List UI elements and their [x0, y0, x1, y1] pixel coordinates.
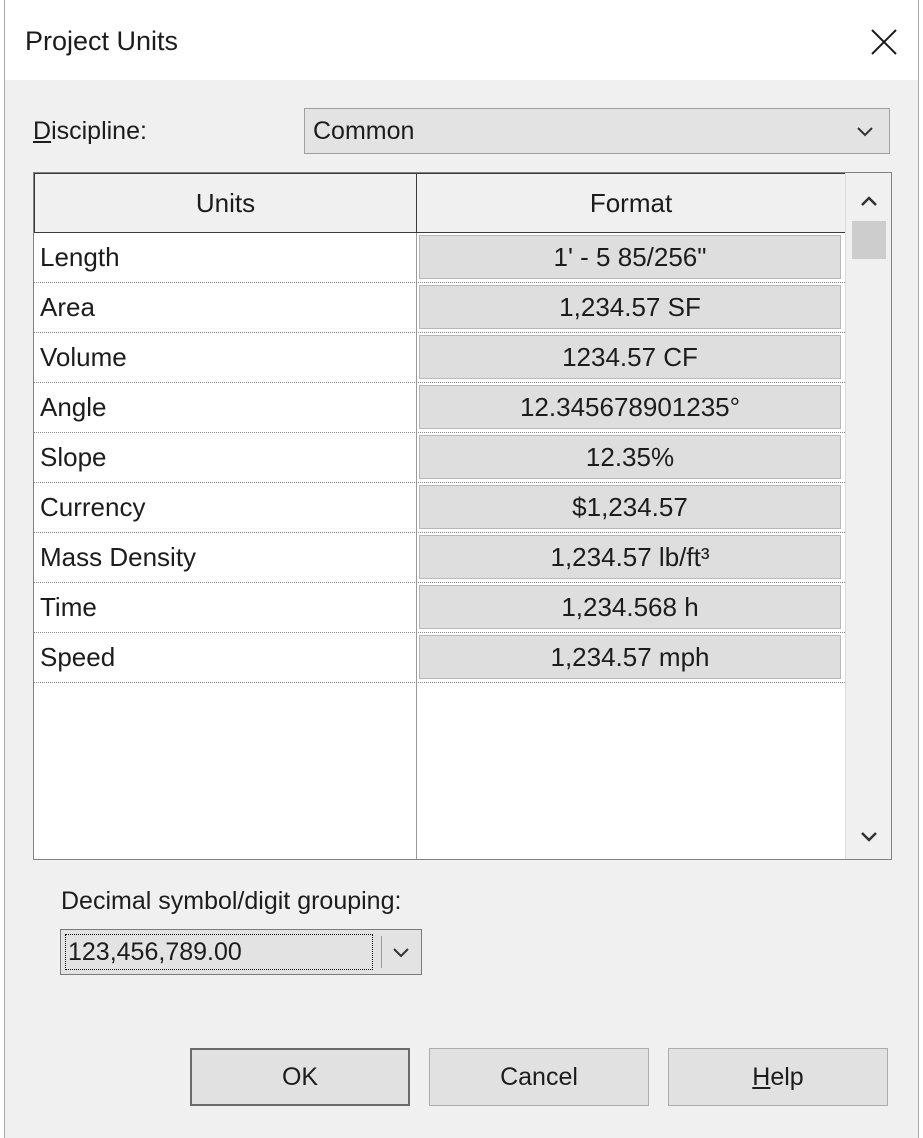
unit-name: Speed — [40, 642, 116, 672]
unit-name: Area — [40, 292, 95, 322]
unit-name: Volume — [40, 342, 127, 372]
format-button[interactable]: 1,234.57 mph — [419, 635, 841, 679]
title-bar: Project Units — [5, 0, 918, 80]
table-row[interactable]: Currency $1,234.57 — [34, 483, 845, 533]
unit-name: Slope — [40, 442, 107, 472]
chevron-down-icon — [860, 832, 877, 842]
unit-name: Mass Density — [40, 542, 197, 572]
unit-name: Angle — [40, 392, 107, 422]
units-table-body: Length 1' - 5 85/256" Area 1,234.57 SF V… — [34, 233, 845, 683]
chevron-up-icon — [860, 196, 877, 206]
discipline-label: Discipline: — [33, 117, 147, 146]
decimal-grouping-label: Decimal symbol/digit grouping: — [61, 887, 401, 916]
help-button-text: elp — [770, 1062, 804, 1091]
decimal-grouping-value: 123,456,789.00 — [65, 934, 373, 970]
table-row[interactable]: Mass Density 1,234.57 lb/ft³ — [34, 533, 845, 583]
format-button[interactable]: 12.345678901235° — [419, 385, 841, 429]
discipline-label-text: iscipline: — [51, 117, 147, 145]
chevron-down-icon — [857, 127, 873, 137]
discipline-label-accel: D — [33, 117, 52, 145]
chevron-down-icon — [393, 948, 409, 958]
project-units-dialog: Project Units Discipline: Common Units F… — [4, 0, 919, 1138]
format-button[interactable]: 1,234.57 lb/ft³ — [419, 535, 841, 579]
table-row[interactable]: Angle 12.345678901235° — [34, 383, 845, 433]
decimal-label-pre: Decimal symbol/digit — [61, 887, 298, 915]
cancel-button[interactable]: Cancel — [429, 1048, 649, 1106]
scroll-down-button[interactable] — [846, 817, 891, 857]
close-button[interactable] — [862, 20, 906, 64]
unit-name: Currency — [40, 492, 146, 522]
column-header-format[interactable]: Format — [416, 173, 846, 233]
format-button[interactable]: 1,234.568 h — [419, 585, 841, 629]
table-row[interactable]: Time 1,234.568 h — [34, 583, 845, 633]
dialog-title: Project Units — [25, 26, 179, 56]
format-button[interactable]: $1,234.57 — [419, 485, 841, 529]
decimal-grouping-select[interactable]: 123,456,789.00 — [60, 929, 422, 975]
table-row[interactable]: Length 1' - 5 85/256" — [34, 233, 845, 283]
scroll-thumb[interactable] — [852, 221, 886, 259]
scroll-up-button[interactable] — [846, 181, 891, 221]
format-button[interactable]: 1' - 5 85/256" — [419, 235, 841, 279]
units-table: Units Format Length 1' - 5 85/256" Area … — [33, 172, 892, 860]
format-button[interactable]: 1,234.57 SF — [419, 285, 841, 329]
column-header-units[interactable]: Units — [34, 173, 417, 233]
decimal-label-accel: g — [297, 887, 312, 915]
discipline-select[interactable]: Common — [304, 108, 890, 154]
table-row[interactable]: Speed 1,234.57 mph — [34, 633, 845, 683]
table-row[interactable]: Area 1,234.57 SF — [34, 283, 845, 333]
decimal-label-post: rouping: — [311, 887, 402, 915]
close-icon — [871, 29, 897, 55]
unit-name: Time — [40, 592, 97, 622]
table-row[interactable]: Volume 1234.57 CF — [34, 333, 845, 383]
table-row[interactable]: Slope 12.35% — [34, 433, 845, 483]
help-button[interactable]: Help — [668, 1048, 888, 1106]
format-button[interactable]: 1234.57 CF — [419, 335, 841, 379]
ok-button[interactable]: OK — [190, 1048, 410, 1106]
format-button[interactable]: 12.35% — [419, 435, 841, 479]
vertical-scrollbar[interactable] — [845, 173, 891, 859]
unit-name: Length — [40, 242, 120, 272]
discipline-select-value: Common — [313, 116, 415, 145]
select-divider — [381, 936, 382, 968]
help-button-accel: H — [752, 1062, 771, 1091]
